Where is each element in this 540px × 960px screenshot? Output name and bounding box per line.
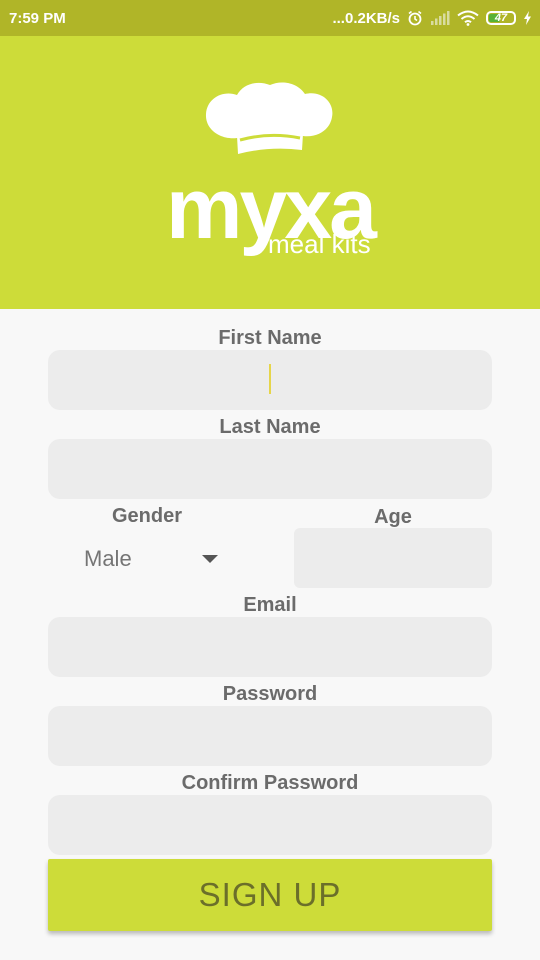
gender-dropdown[interactable]: Male	[84, 544, 224, 574]
email-input[interactable]	[48, 617, 492, 677]
status-bar: 7:59 PM ...0.2KB/s 47	[0, 0, 540, 36]
chef-hat-icon	[203, 82, 335, 173]
logo-tagline: meal kits	[268, 229, 371, 259]
confirm-password-label: Confirm Password	[181, 772, 359, 794]
network-speed: ...0.2KB/s	[332, 9, 400, 27]
last-name-label: Last Name	[219, 416, 321, 438]
status-icons: ...0.2KB/s 47	[332, 10, 532, 27]
gender-value: Male	[84, 546, 132, 571]
dropdown-arrow-icon	[202, 555, 218, 563]
sign-up-button[interactable]: SIGN UP	[48, 859, 492, 931]
charging-icon	[523, 11, 532, 25]
alarm-icon	[407, 10, 423, 26]
wifi-icon	[457, 10, 479, 26]
password-input[interactable]	[48, 706, 492, 766]
password-label: Password	[222, 683, 318, 705]
signal-icon	[430, 11, 450, 25]
last-name-input[interactable]	[48, 439, 492, 499]
gender-label: Gender	[111, 505, 183, 527]
status-time: 7:59 PM	[9, 9, 66, 27]
header-banner: myxa meal kits	[0, 36, 540, 309]
first-name-label: First Name	[218, 327, 322, 349]
email-label: Email	[243, 594, 297, 616]
age-label: Age	[374, 506, 412, 528]
battery-icon: 47	[486, 11, 516, 25]
age-input[interactable]	[294, 528, 492, 588]
confirm-password-input[interactable]	[48, 795, 492, 855]
battery-level: 47	[494, 12, 508, 24]
text-cursor	[269, 364, 271, 394]
